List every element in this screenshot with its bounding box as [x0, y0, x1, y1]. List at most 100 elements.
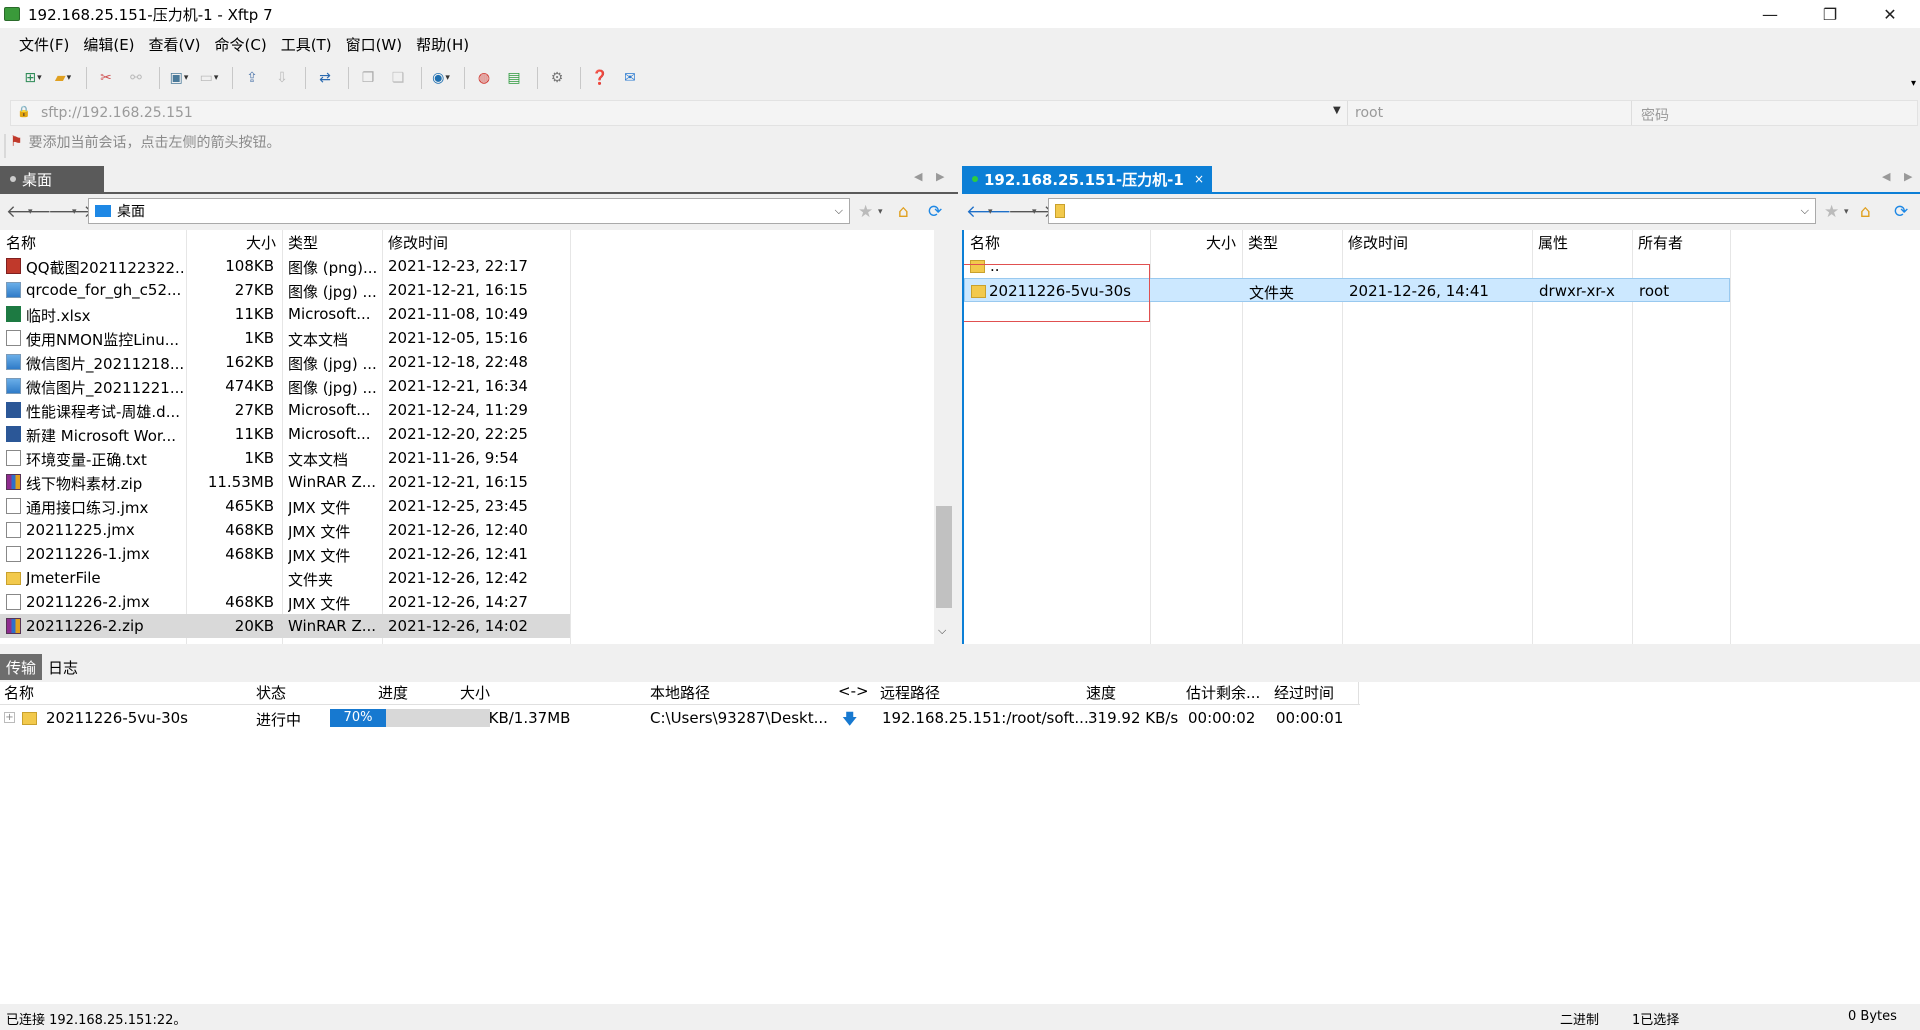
menu-command[interactable]: 命令(C) [208, 34, 274, 55]
tab-close-icon[interactable]: × [1194, 172, 1204, 186]
xshell-icon[interactable]: ◍ [471, 67, 497, 89]
forward-arrow-icon[interactable]: 🡒 [48, 202, 94, 222]
col-header-modified[interactable]: 修改时间 [1342, 230, 1408, 254]
toolbar-overflow-icon[interactable]: ▾ [1911, 78, 1916, 89]
table-row[interactable]: 微信图片_20211218... 162KB 图像 (jpg) ... 2021-12… [0, 350, 570, 374]
table-row[interactable]: 20211226-2.jmx 468KB JMX 文件 2021-12-26, 14:… [0, 590, 570, 614]
bookmark-star-icon[interactable]: ★ [1824, 202, 1839, 222]
col-header-progress[interactable]: 进度 [378, 682, 408, 704]
col-header-modified[interactable]: 修改时间 [382, 230, 448, 254]
paste-icon[interactable]: ❏ [385, 67, 411, 89]
connect-icon[interactable]: ✂ [93, 67, 119, 89]
tab-scroll-left-icon[interactable]: ◀ [914, 170, 922, 183]
back-dropdown-icon[interactable]: ▾ [988, 207, 993, 217]
settings-icon[interactable]: ⚙ [544, 67, 570, 89]
col-header-name[interactable]: 名称 [0, 230, 36, 254]
minimize-button[interactable]: — [1740, 0, 1800, 28]
chat-icon[interactable]: ✉ [617, 67, 643, 89]
scrollbar-thumb[interactable] [936, 506, 952, 608]
view-icon[interactable]: ▭ [196, 67, 222, 89]
table-row[interactable]: 微信图片_20211221... 474KB 图像 (jpg) ... 2021-12… [0, 374, 570, 398]
col-header-remote-path[interactable]: 远程路径 [880, 682, 940, 704]
col-header-status[interactable]: 状态 [256, 682, 286, 704]
remote-path-input[interactable]: ⌵ [1048, 198, 1816, 224]
bookmark-dropdown-icon[interactable]: ▾ [1844, 207, 1849, 217]
menu-view[interactable]: 查看(V) [142, 34, 208, 55]
username-input[interactable]: root [1355, 105, 1383, 121]
local-scrollbar[interactable]: ⌵ [934, 230, 954, 644]
bookmark-dropdown-icon[interactable]: ▾ [878, 207, 883, 217]
col-header-size[interactable]: 大小 [460, 682, 490, 704]
help-icon[interactable]: ❓ [587, 67, 613, 89]
upload-icon[interactable]: ⇪ [239, 67, 265, 89]
col-header-speed[interactable]: 速度 [1086, 682, 1116, 704]
table-row[interactable]: 线下物料素材.zip 11.53MB WinRAR Z... 2021-12-21, … [0, 470, 570, 494]
menu-edit[interactable]: 编辑(E) [76, 34, 141, 55]
transfer-row[interactable]: + 20211226-5vu-30s 进行中 992KB/1.37MB C:\U… [0, 706, 1360, 730]
table-row[interactable]: 20211226-1.jmx 468KB JMX 文件 2021-12-26, 12:… [0, 542, 570, 566]
disconnect-icon[interactable]: ⚯ [123, 67, 149, 89]
table-row[interactable]: 临时.xlsx 11KB Microsoft... 2021-11-08, 10:49 [0, 302, 570, 326]
restore-button[interactable]: ❐ [1800, 0, 1860, 28]
col-header-size[interactable]: 大小 [240, 230, 276, 254]
tab-scroll-left-icon[interactable]: ◀ [1882, 170, 1890, 183]
table-row[interactable]: 20211226-2.zip 20KB WinRAR Z... 2021-12-26,… [0, 614, 570, 638]
table-row[interactable]: 新建 Microsoft Wor... 11KB Microsoft... 2021-… [0, 422, 570, 446]
scroll-down-icon[interactable]: ⌵ [938, 624, 946, 638]
host-dropdown-icon[interactable]: ▼ [1333, 105, 1341, 116]
tab-transfers[interactable]: 传输 [0, 654, 43, 680]
col-header-elapsed[interactable]: 经过时间 [1274, 682, 1334, 704]
menu-tools[interactable]: 工具(T) [274, 34, 339, 55]
download-icon[interactable]: ⇩ [269, 67, 295, 89]
table-row[interactable]: 使用NMON监控Linu... 1KB 文本文档 2021-12-05, 15:16 [0, 326, 570, 350]
new-folder-icon[interactable]: ▣ [166, 67, 192, 89]
home-folder-icon[interactable]: ⌂ [1860, 202, 1871, 222]
copy-icon[interactable]: ❐ [355, 67, 381, 89]
password-input[interactable]: 密码 [1641, 105, 1669, 125]
tab-log[interactable]: 日志 [42, 654, 84, 680]
tab-local-desktop[interactable]: 桌面 [0, 166, 104, 192]
tab-scroll-right-icon[interactable]: ▶ [1904, 170, 1912, 183]
bookmark-star-icon[interactable]: ★ [858, 202, 873, 222]
table-row[interactable]: 环境变量-正确.txt 1KB 文本文档 2021-11-26, 9:54 [0, 446, 570, 470]
refresh-icon[interactable]: ⟳ [1894, 202, 1908, 222]
col-header-direction[interactable]: <-> [838, 682, 869, 704]
tab-remote-session[interactable]: 192.168.25.151-压力机-1 × [962, 166, 1212, 192]
col-header-name[interactable]: 名称 [964, 230, 1000, 254]
table-row[interactable]: 通用接口练习.jmx 465KB JMX 文件 2021-12-25, 23:45 [0, 494, 570, 518]
col-header-local-path[interactable]: 本地路径 [650, 682, 710, 704]
sync-icon[interactable]: ⇄ [312, 67, 338, 89]
table-row[interactable]: JmeterFile 文件夹 2021-12-26, 12:42 [0, 566, 570, 590]
table-row[interactable]: 20211225.jmx 468KB JMX 文件 2021-12-26, 12:40 [0, 518, 570, 542]
col-header-type[interactable]: 类型 [1242, 230, 1278, 254]
open-folder-icon[interactable]: ▰ [50, 67, 76, 89]
col-header-remaining[interactable]: 估计剩余... [1186, 682, 1260, 704]
table-row[interactable]: QQ截图2021122322... 108KB 图像 (png)... 2021-12… [0, 254, 570, 278]
table-row[interactable]: 性能课程考试-周雄.d... 27KB Microsoft... 2021-12-24… [0, 398, 570, 422]
col-header-size[interactable]: 大小 [1200, 230, 1236, 254]
table-row[interactable]: qrcode_for_gh_c52... 27KB 图像 (jpg) ... 2021… [0, 278, 570, 302]
refresh-icon[interactable]: ⟳ [928, 202, 942, 222]
path-dropdown-icon[interactable]: ⌵ [835, 204, 843, 218]
menu-window[interactable]: 窗口(W) [339, 34, 410, 55]
tab-scroll-right-icon[interactable]: ▶ [936, 170, 944, 183]
menu-help[interactable]: 帮助(H) [409, 34, 476, 55]
forward-arrow-icon[interactable]: 🡒 [1008, 202, 1054, 222]
transfer-mode[interactable]: 二进制 [1560, 1009, 1599, 1028]
col-header-name[interactable]: 名称 [4, 682, 34, 704]
path-dropdown-icon[interactable]: ⌵ [1801, 204, 1809, 218]
host-input[interactable]: sftp://192.168.25.151 [41, 105, 193, 121]
expand-icon[interactable]: + [4, 712, 15, 723]
close-button[interactable]: ✕ [1860, 0, 1920, 28]
menu-file[interactable]: 文件(F) [12, 34, 76, 55]
xftp-icon[interactable]: ▤ [501, 67, 527, 89]
home-folder-icon[interactable]: ⌂ [898, 202, 909, 222]
new-session-icon[interactable]: ⊞ [20, 67, 46, 89]
col-header-owner[interactable]: 所有者 [1632, 230, 1683, 254]
forward-dropdown-icon[interactable]: ▾ [72, 207, 77, 217]
col-header-type[interactable]: 类型 [282, 230, 318, 254]
back-dropdown-icon[interactable]: ▾ [28, 207, 33, 217]
add-session-arrow-icon[interactable]: ⚑ [10, 134, 23, 150]
col-header-attributes[interactable]: 属性 [1532, 230, 1568, 254]
local-path-input[interactable]: 桌面 ⌵ [88, 198, 850, 224]
